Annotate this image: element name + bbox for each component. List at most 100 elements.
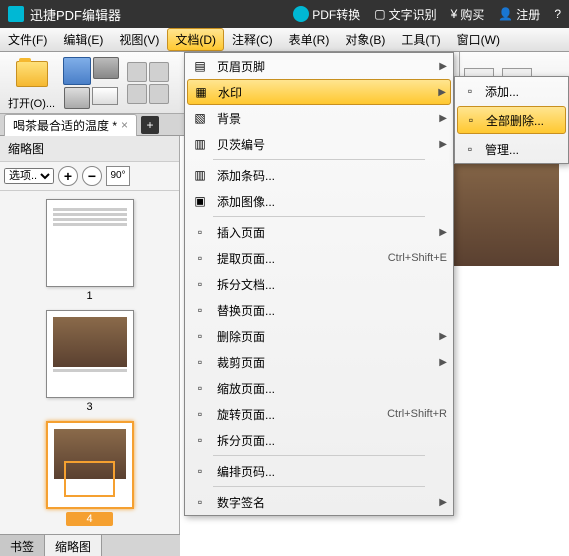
menu-split-page[interactable]: ▫拆分页面... <box>185 427 453 453</box>
menu-object[interactable]: 对象(B) <box>337 28 393 51</box>
replace-page-icon: ▫ <box>191 301 209 319</box>
zoom-in-button[interactable]: + <box>58 166 78 186</box>
add-icon: ▫ <box>461 82 479 100</box>
bates-icon: ▥ <box>191 135 209 153</box>
menu-file[interactable]: 文件(F) <box>0 28 55 51</box>
ocr-link[interactable]: ▢文字识别 <box>374 6 436 23</box>
open-button[interactable]: 打开(O)... <box>8 55 55 111</box>
submenu-manage[interactable]: ▫管理... <box>455 135 568 163</box>
tool-grid <box>127 62 169 104</box>
menu-rotate-page[interactable]: ▫旋转页面...Ctrl+Shift+R <box>185 401 453 427</box>
tab-bookmark[interactable]: 书签 <box>0 535 45 556</box>
menu-tools[interactable]: 工具(T) <box>393 28 448 51</box>
menu-edit[interactable]: 编辑(E) <box>55 28 111 51</box>
close-icon[interactable]: × <box>121 118 128 132</box>
bottom-tabs: 书签 缩略图 <box>0 534 180 556</box>
options-select[interactable]: 选项... <box>4 168 54 184</box>
user-icon: 👤 <box>498 7 513 21</box>
barcode-icon: ▥ <box>191 166 209 184</box>
menu-extract-page[interactable]: ▫提取页面...Ctrl+Shift+E <box>185 245 453 271</box>
menu-view[interactable]: 视图(V) <box>111 28 167 51</box>
menu-window[interactable]: 窗口(W) <box>449 28 508 51</box>
menu-add-barcode[interactable]: ▥添加条码... <box>185 162 453 188</box>
extract-page-icon: ▫ <box>191 249 209 267</box>
tool-btn-1[interactable] <box>127 62 147 82</box>
menu-delete-page[interactable]: ▫删除页面▶ <box>185 323 453 349</box>
split-doc-icon: ▫ <box>191 275 209 293</box>
save-group <box>63 57 119 109</box>
insert-page-icon: ▫ <box>191 223 209 241</box>
thumbnails[interactable]: 1 3 4 <box>0 191 179 556</box>
chevron-right-icon: ▶ <box>439 497 447 508</box>
help-link[interactable]: ? <box>554 6 561 23</box>
tool-btn-4[interactable] <box>149 84 169 104</box>
tool-btn-3[interactable] <box>127 84 147 104</box>
menu-zoom-page[interactable]: ▫缩放页面... <box>185 375 453 401</box>
pdf-convert-link[interactable]: PDF转换 <box>293 6 360 23</box>
menu-insert-page[interactable]: ▫插入页面▶ <box>185 219 453 245</box>
zoom-out-button[interactable]: − <box>82 166 102 186</box>
app-icon <box>8 6 24 22</box>
menu-form[interactable]: 表单(R) <box>281 28 338 51</box>
document-menu: ▤页眉页脚▶ ▦水印▶ ▧背景▶ ▥贝茨编号▶ ▥添加条码... ▣添加图像..… <box>184 52 454 516</box>
sidebar: 缩略图 选项... + − 90° 1 3 4 <box>0 136 180 556</box>
menu-replace-page[interactable]: ▫替换页面... <box>185 297 453 323</box>
save-icon[interactable] <box>63 57 91 85</box>
crop-page-icon: ▫ <box>191 353 209 371</box>
mail-icon[interactable] <box>92 87 118 105</box>
rotate-page-icon: ▫ <box>191 405 209 423</box>
delete-all-icon: ▫ <box>462 111 480 129</box>
watermark-icon: ▦ <box>192 83 210 101</box>
title-bar: 迅捷PDF编辑器 PDF转换 ▢文字识别 ¥购买 👤注册 ? <box>0 0 569 28</box>
register-link[interactable]: 👤注册 <box>498 6 540 23</box>
menu-bates[interactable]: ▥贝茨编号▶ <box>185 131 453 157</box>
zoom-page-icon: ▫ <box>191 379 209 397</box>
chevron-right-icon: ▶ <box>439 113 447 124</box>
arrange-page-icon: ▫ <box>191 462 209 480</box>
chevron-right-icon: ▶ <box>439 331 447 342</box>
header-footer-icon: ▤ <box>191 57 209 75</box>
menu-digital-sign[interactable]: ▫数字签名▶ <box>185 489 453 515</box>
pdf-logo-icon <box>293 6 309 22</box>
ocr-icon: ▢ <box>374 7 385 21</box>
scan-icon[interactable] <box>64 87 90 109</box>
menu-header-footer[interactable]: ▤页眉页脚▶ <box>185 53 453 79</box>
tool-btn-2[interactable] <box>149 62 169 82</box>
submenu-add[interactable]: ▫添加... <box>455 77 568 105</box>
menu-watermark[interactable]: ▦水印▶ <box>187 79 451 105</box>
tab-thumbs[interactable]: 缩略图 <box>45 535 102 556</box>
thumb-4[interactable]: 4 <box>46 421 134 526</box>
document-tab[interactable]: 喝茶最合适的温度 * × <box>4 114 137 136</box>
manage-icon: ▫ <box>461 140 479 158</box>
folder-icon <box>16 61 48 87</box>
background-icon: ▧ <box>191 109 209 127</box>
watermark-submenu: ▫添加... ▫全部删除... ▫管理... <box>454 76 569 164</box>
menu-bar: 文件(F) 编辑(E) 视图(V) 文档(D) 注释(C) 表单(R) 对象(B… <box>0 28 569 52</box>
chevron-right-icon: ▶ <box>439 227 447 238</box>
add-tab-button[interactable]: + <box>141 116 159 134</box>
yen-icon: ¥ <box>451 7 458 21</box>
menu-crop-page[interactable]: ▫裁剪页面▶ <box>185 349 453 375</box>
menu-document[interactable]: 文档(D) <box>167 28 224 51</box>
menu-add-image[interactable]: ▣添加图像... <box>185 188 453 214</box>
menu-split-doc[interactable]: ▫拆分文档... <box>185 271 453 297</box>
chevron-right-icon: ▶ <box>438 87 446 98</box>
digital-sign-icon: ▫ <box>191 493 209 511</box>
sidebar-tools: 选项... + − 90° <box>0 162 179 191</box>
app-title: 迅捷PDF编辑器 <box>30 5 293 24</box>
menu-comment[interactable]: 注释(C) <box>224 28 281 51</box>
buy-link[interactable]: ¥购买 <box>451 6 485 23</box>
title-actions: PDF转换 ▢文字识别 ¥购买 👤注册 ? <box>293 6 561 23</box>
menu-arrange-page[interactable]: ▫编排页码... <box>185 458 453 484</box>
submenu-delete-all[interactable]: ▫全部删除... <box>457 106 566 134</box>
thumb-1[interactable]: 1 <box>46 199 134 302</box>
split-page-icon: ▫ <box>191 431 209 449</box>
rotate-button[interactable]: 90° <box>106 166 130 186</box>
menu-background[interactable]: ▧背景▶ <box>185 105 453 131</box>
print-icon[interactable] <box>93 57 119 79</box>
chevron-right-icon: ▶ <box>439 139 447 150</box>
image-icon: ▣ <box>191 192 209 210</box>
thumb-3[interactable]: 3 <box>46 310 134 413</box>
delete-page-icon: ▫ <box>191 327 209 345</box>
sidebar-title: 缩略图 <box>0 136 179 162</box>
